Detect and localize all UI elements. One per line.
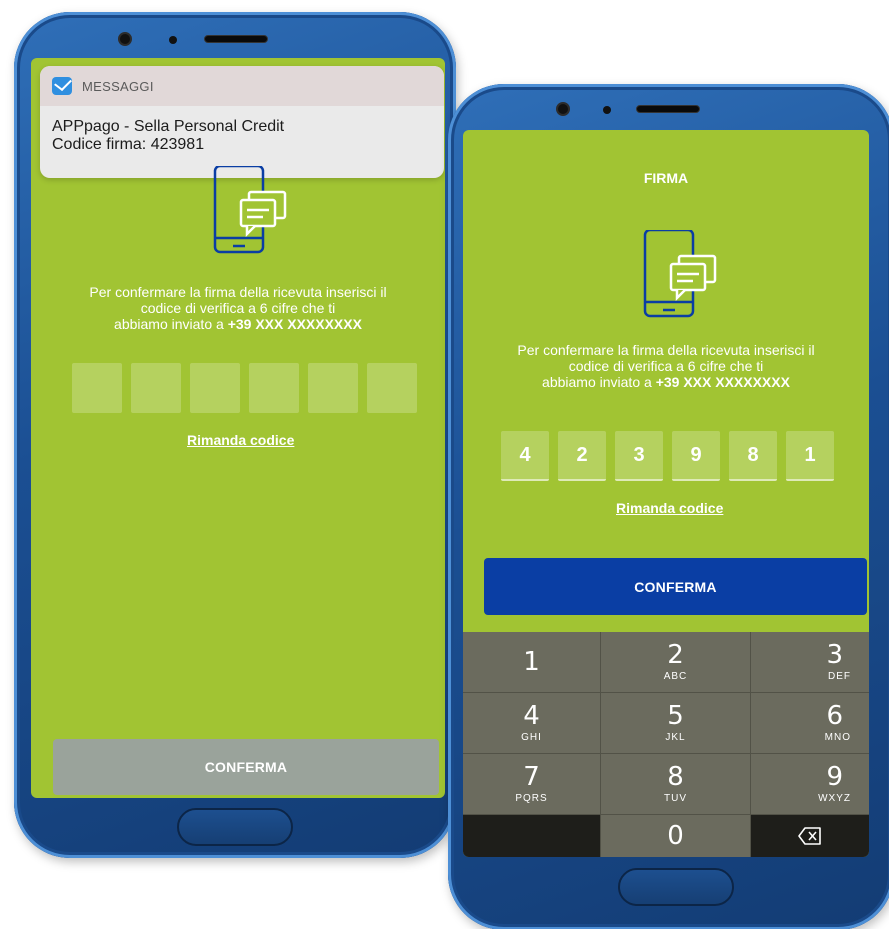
key-digit: 8 — [667, 762, 684, 792]
instruction-line-1: Per confermare la firma della ricevuta i… — [517, 342, 815, 358]
code-digit-4[interactable]: 9 — [672, 431, 720, 481]
key-digit: 2 — [667, 640, 684, 670]
key-letters: DEF — [828, 671, 851, 682]
instruction-line-3-text: abbiamo inviato a — [114, 316, 224, 332]
key-1[interactable]: 1 — [463, 632, 601, 693]
key-letters: ABC — [663, 671, 688, 682]
key-letters: TUV — [664, 793, 687, 804]
instruction-line-3: abbiamo inviato a +39 XXX XXXXXXXX — [463, 374, 869, 390]
home-button[interactable] — [618, 868, 734, 906]
code-digit-2[interactable] — [131, 363, 181, 413]
earpiece-speaker — [204, 35, 268, 43]
instruction-text: Per confermare la firma della ricevuta i… — [31, 284, 445, 332]
confirm-button[interactable]: CONFERMA — [484, 558, 867, 615]
left-phone: MESSAGGI APPpago - Sella Personal Credit… — [14, 12, 456, 858]
notification-header: MESSAGGI — [40, 66, 444, 106]
instruction-line-3: abbiamo inviato a +39 XXX XXXXXXXX — [31, 316, 445, 332]
backspace-key[interactable] — [751, 815, 869, 857]
key-digit: 6 — [826, 701, 843, 731]
key-digit: 9 — [826, 762, 843, 792]
key-blank — [463, 815, 601, 857]
code-digit-3[interactable] — [190, 363, 240, 413]
code-digit-5[interactable]: 8 — [729, 431, 777, 481]
key-5[interactable]: 5 JKL — [601, 693, 751, 754]
instruction-line-2: codice di verifica a 6 cifre che ti — [568, 358, 764, 374]
front-camera — [118, 32, 132, 46]
key-letters: MNO — [824, 732, 851, 743]
key-letters: JKL — [665, 732, 686, 743]
right-screen: FIRMA Per confermare la firma della rice… — [463, 130, 869, 857]
phone-sms-illustration-icon — [213, 166, 287, 254]
notification-app-name: MESSAGGI — [82, 78, 154, 94]
resend-code-link[interactable]: Rimanda codice — [187, 432, 294, 448]
messages-app-icon — [52, 77, 72, 95]
key-digit: 3 — [826, 640, 843, 670]
notification-body: APPpago - Sella Personal Credit Codice f… — [40, 106, 444, 154]
earpiece-speaker — [636, 105, 700, 113]
front-camera — [556, 102, 570, 116]
code-digit-6[interactable]: 1 — [786, 431, 834, 481]
key-digit: 5 — [667, 701, 684, 731]
key-8[interactable]: 8 TUV — [601, 754, 751, 815]
key-digit: 1 — [523, 647, 540, 677]
proximity-sensor — [603, 106, 611, 114]
code-digit-6[interactable] — [367, 363, 417, 413]
key-digit: 0 — [667, 821, 684, 851]
key-letters: PQRS — [515, 793, 548, 804]
phone-number: +39 XXX XXXXXXXX — [227, 316, 362, 332]
numeric-keypad: 1 2 ABC 3 DEF 4 GHI 5 JKL 6 MNO 7 PQRS 8… — [463, 632, 869, 857]
code-digit-4[interactable] — [249, 363, 299, 413]
resend-code-link[interactable]: Rimanda codice — [616, 500, 723, 516]
code-digit-3[interactable]: 3 — [615, 431, 663, 481]
key-digit: 4 — [523, 701, 540, 731]
code-input-row: 4 2 3 9 8 1 — [501, 431, 834, 481]
phone-sms-illustration-icon — [643, 230, 717, 318]
proximity-sensor — [169, 36, 177, 44]
notification-line-sender: APPpago - Sella Personal Credit — [52, 118, 285, 135]
key-4[interactable]: 4 GHI — [463, 693, 601, 754]
key-letters: GHI — [521, 732, 542, 743]
instruction-line-1: Per confermare la firma della ricevuta i… — [89, 284, 387, 300]
home-button[interactable] — [177, 808, 293, 846]
key-6[interactable]: 6 MNO — [751, 693, 869, 754]
sms-notification[interactable]: MESSAGGI APPpago - Sella Personal Credit… — [40, 66, 444, 178]
key-letters: WXYZ — [818, 793, 851, 804]
notification-line-code: Codice firma: 423981 — [52, 136, 205, 153]
instruction-text: Per confermare la firma della ricevuta i… — [463, 342, 869, 390]
key-digit: 7 — [523, 762, 540, 792]
code-digit-1[interactable]: 4 — [501, 431, 549, 481]
code-input-row — [72, 363, 417, 413]
key-2[interactable]: 2 ABC — [601, 632, 751, 693]
left-screen: MESSAGGI APPpago - Sella Personal Credit… — [31, 58, 445, 798]
phone-number: +39 XXX XXXXXXXX — [655, 374, 790, 390]
instruction-line-2: codice di verifica a 6 cifre che ti — [140, 300, 336, 316]
key-0[interactable]: 0 — [601, 815, 751, 857]
code-digit-1[interactable] — [72, 363, 122, 413]
confirm-button-disabled[interactable]: CONFERMA — [53, 739, 439, 795]
key-3[interactable]: 3 DEF — [751, 632, 869, 693]
instruction-line-3-text: abbiamo inviato a — [542, 374, 652, 390]
code-digit-2[interactable]: 2 — [558, 431, 606, 481]
key-9[interactable]: 9 WXYZ — [751, 754, 869, 815]
page-title: FIRMA — [643, 170, 689, 186]
backspace-icon — [798, 827, 821, 845]
key-7[interactable]: 7 PQRS — [463, 754, 601, 815]
code-digit-5[interactable] — [308, 363, 358, 413]
right-phone: FIRMA Per confermare la firma della rice… — [448, 84, 889, 929]
